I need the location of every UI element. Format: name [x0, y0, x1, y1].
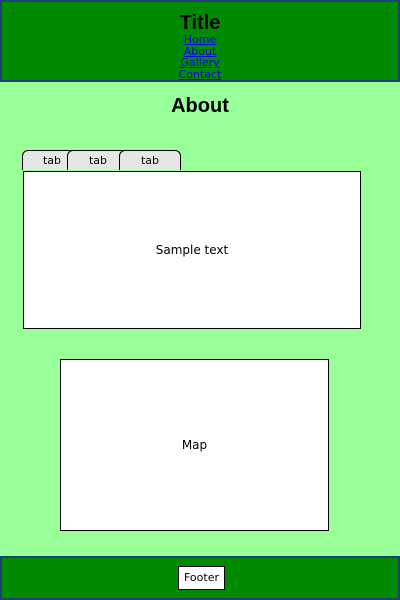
footer-label: Footer [178, 566, 225, 590]
header: Title Home About Gallery Contact [0, 0, 400, 82]
nav-link-home[interactable]: Home [2, 34, 398, 46]
page-heading: About [171, 95, 229, 117]
footer: Footer [0, 556, 400, 600]
nav-menu: Home About Gallery Contact [2, 34, 398, 80]
tab-3[interactable]: tab [119, 150, 181, 170]
page: Title Home About Gallery Contact About t… [0, 0, 400, 600]
map-label: Map [181, 438, 208, 452]
nav-link-gallery[interactable]: Gallery [2, 57, 398, 69]
nav-link-contact[interactable]: Contact [2, 68, 398, 81]
tab-content-panel: Sample text [23, 171, 361, 329]
panel-text: Sample text [155, 243, 229, 257]
map-placeholder[interactable]: Map [60, 359, 329, 531]
site-title: Title [179, 12, 221, 34]
